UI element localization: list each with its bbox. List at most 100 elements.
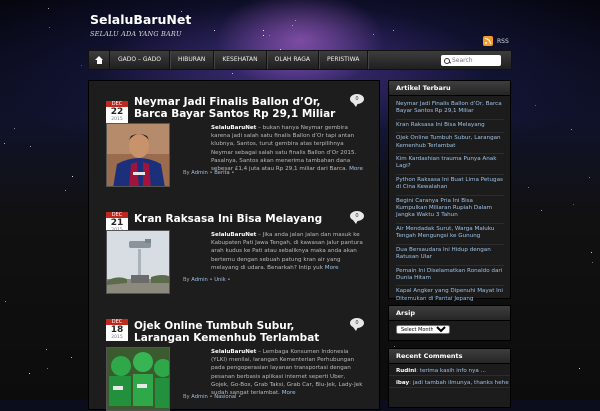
post-meta: By Admin • Berita •	[183, 170, 235, 176]
site-title[interactable]: SelaluBaruNet	[90, 12, 191, 27]
star-dot	[214, 30, 215, 31]
date-day: 18	[106, 325, 128, 335]
star-dot	[573, 204, 574, 205]
star-dot	[541, 210, 542, 211]
date-year: 2015	[106, 335, 128, 341]
search-input[interactable]	[450, 57, 494, 64]
date-day: 22	[106, 107, 128, 117]
nav-item-peristiwa[interactable]: PERISTIWA	[319, 51, 369, 69]
star-dot	[394, 346, 395, 347]
post-meta-by: By	[183, 394, 190, 400]
post-thumbnail[interactable]	[106, 347, 170, 411]
post-thumbnail[interactable]	[106, 123, 170, 187]
star-dot	[571, 129, 572, 130]
archive-month-select[interactable]: Select Month	[396, 325, 450, 334]
star-dot	[579, 368, 580, 369]
widget-recent-posts: Artikel Terbaru Neymar Jadi Finalis Ball…	[388, 80, 511, 302]
comment-author[interactable]: ibay	[396, 380, 409, 386]
star-dot	[81, 65, 82, 66]
post-author-lead: SelaluBaruNet	[211, 349, 257, 355]
nav-item-kesehatan[interactable]: KESEHATAN	[214, 51, 267, 69]
widget-title: Arsip	[389, 306, 510, 321]
date-badge: DEC 22 2015	[106, 101, 128, 123]
nav-home[interactable]	[89, 51, 110, 69]
star-dot	[589, 177, 590, 178]
star-dot	[47, 368, 48, 369]
star-dot	[295, 20, 296, 21]
post-category-link[interactable]: Unik	[214, 277, 226, 283]
recent-post-link[interactable]: Pemain Ini Diselamatkan Ronaldo dari Dun…	[396, 266, 504, 287]
post-author-lead: SelaluBaruNet	[211, 125, 257, 131]
comment-count-badge[interactable]: 0	[350, 211, 364, 224]
post-title[interactable]: Kran Raksasa Ini Bisa Melayang	[134, 213, 344, 226]
star-dot	[269, 35, 270, 36]
nav-item-hiburan[interactable]: HIBURAN	[170, 51, 215, 69]
post-title[interactable]: Ojek Online Tumbuh Subur, Larangan Kemen…	[134, 320, 344, 344]
post-category-link[interactable]: Nasional	[214, 394, 236, 400]
more-link[interactable]: More	[282, 390, 296, 396]
star-dot	[591, 252, 592, 253]
comment-count-badge[interactable]: 0	[350, 94, 364, 107]
rss-link[interactable]: RSS	[483, 36, 509, 46]
recent-post-link[interactable]: Dua Bersaudara Ini Hidup dengan Ratusan …	[396, 245, 504, 266]
post-author-lead: SelaluBaruNet	[211, 232, 257, 238]
star-dot	[71, 357, 72, 358]
recent-post-link[interactable]: Kapal Angker yang Dipenuhi Mayat Ini Dit…	[396, 286, 504, 306]
star-dot	[232, 73, 233, 74]
recent-post-link[interactable]: Kran Raksasa Ini Bisa Melayang	[396, 120, 504, 134]
rss-label: RSS	[497, 37, 509, 45]
recent-comment-item: Rudini: terima kasih info nya ...	[389, 364, 510, 376]
more-link[interactable]: More	[325, 265, 339, 271]
post-title[interactable]: Neymar Jadi Finalis Ballon d’Or, Barca B…	[134, 96, 344, 120]
post-thumbnail[interactable]	[106, 230, 170, 294]
star-dot	[30, 146, 31, 147]
comment-text-link[interactable]: : terima kasih info nya ...	[416, 368, 486, 374]
post-author-link[interactable]: Admin	[191, 394, 208, 400]
star-dot	[592, 262, 593, 263]
recent-post-link[interactable]: Neymar Jadi Finalis Ballon d’Or, Barca B…	[396, 99, 504, 120]
star-dot	[49, 27, 50, 28]
date-day: 21	[106, 218, 128, 228]
comment-author[interactable]: Rudini	[396, 368, 416, 374]
star-dot	[4, 143, 5, 144]
recent-post-link[interactable]: Air Mendadak Surut, Warga Maluku Tengah …	[396, 224, 504, 245]
post-excerpt: SelaluBaruNet – bukan hanya Neymar gembi…	[211, 124, 363, 173]
widget-title: Recent Comments	[389, 349, 510, 364]
post-category-link[interactable]: Berita	[214, 170, 230, 176]
nav-item-olah-raga[interactable]: OLAH RAGA	[267, 51, 320, 69]
recent-posts-list: Neymar Jadi Finalis Ballon d’Or, Barca B…	[389, 96, 510, 306]
star-dot	[263, 35, 264, 36]
recent-post-link[interactable]: Python Raksasa Ini Buat Lima Petugas di …	[396, 175, 504, 196]
nav-item-gado-gado[interactable]: GADO – GADO	[110, 51, 171, 69]
post-excerpt-text: – Lembaga Konsumen Indonesia (YLKI) meni…	[211, 349, 363, 397]
post-author-link[interactable]: Admin	[191, 170, 208, 176]
star-dot	[5, 301, 6, 302]
post-author-link[interactable]: Admin	[191, 277, 208, 283]
recent-post-link[interactable]: Kim Kardashian trauma Punya Anak Lagi?	[396, 154, 504, 175]
recent-comment-item: ibay: jadi tambah ilmunya, thanks hehe	[389, 376, 510, 388]
more-link[interactable]: More	[349, 166, 363, 172]
rss-icon	[483, 36, 493, 46]
recent-post-link[interactable]: Begini Caranya Pria Ini Bisa Kumpulkan M…	[396, 196, 504, 224]
recent-post-link[interactable]: Ojek Online Tumbuh Subur, Larangan Kemen…	[396, 133, 504, 155]
star-dot	[29, 373, 30, 374]
star-dot	[292, 25, 293, 26]
comment-text-link[interactable]: : jadi tambah ilmunya, thanks hehe	[409, 380, 508, 386]
post-excerpt: SelaluBaruNet – Lembaga Konsumen Indones…	[211, 348, 363, 397]
post-excerpt-text: – bukan hanya Neymar gembira karena jadi…	[211, 125, 357, 173]
star-dot	[46, 349, 47, 350]
ojek-photo	[107, 348, 169, 410]
star-dot	[14, 128, 15, 129]
star-dot	[393, 30, 394, 31]
star-dot	[263, 30, 264, 31]
post-excerpt: SelaluBaruNet – Jika anda jalan jalan da…	[211, 231, 363, 272]
post-meta-by: By	[183, 277, 190, 283]
comment-count-badge[interactable]: 0	[350, 318, 364, 331]
star-dot	[535, 105, 536, 106]
post-meta-by: By	[183, 170, 190, 176]
search-box	[441, 55, 501, 66]
home-icon	[95, 56, 103, 64]
search-icon[interactable]	[444, 57, 450, 64]
widget-title: Artikel Terbaru	[389, 81, 510, 96]
star-dot	[48, 8, 49, 9]
